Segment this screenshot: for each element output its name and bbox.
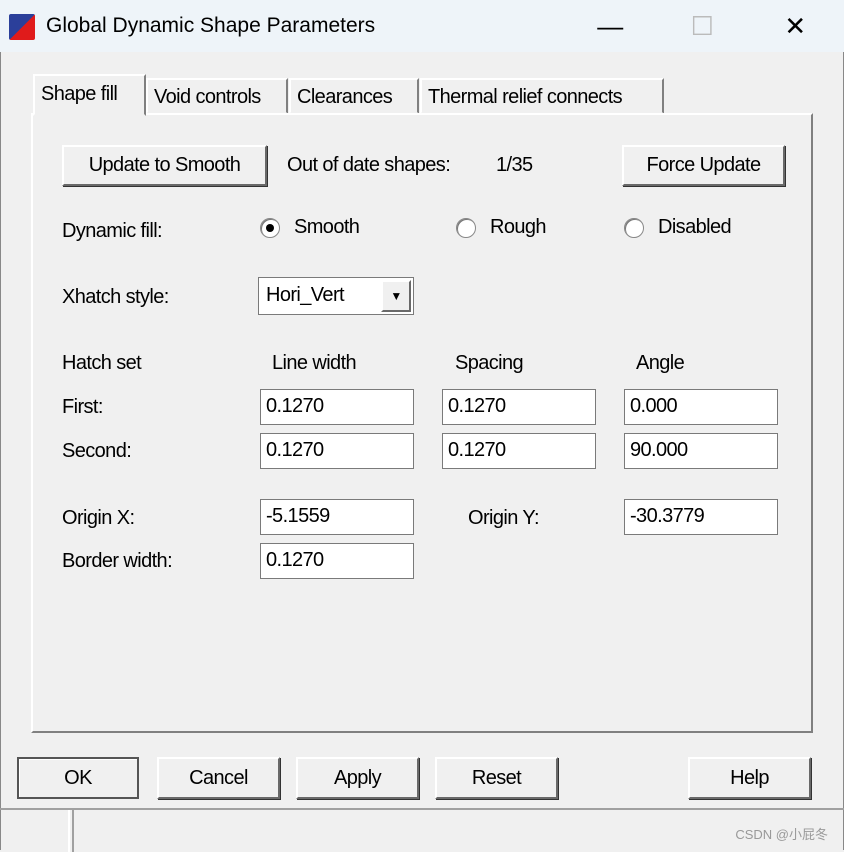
cancel-button[interactable]: Cancel: [157, 757, 280, 799]
first-label: First:: [62, 396, 103, 418]
xhatch-style-select[interactable]: Hori_Vert ▼: [258, 277, 414, 315]
radio-rough-label[interactable]: Rough: [490, 216, 547, 239]
minimize-button[interactable]: —: [587, 8, 633, 44]
border-width-label: Border width:: [62, 550, 173, 572]
radio-rough[interactable]: [456, 218, 476, 238]
dynamic-fill-label: Dynamic fill:: [62, 220, 163, 242]
spacing-header: Spacing: [455, 352, 524, 374]
first-line-width-input[interactable]: 0.1270: [260, 389, 414, 425]
radio-smooth-label[interactable]: Smooth: [294, 216, 360, 239]
maximize-button[interactable]: ☐: [679, 8, 725, 44]
xhatch-style-value: Hori_Vert: [266, 284, 345, 306]
tab-shape-fill[interactable]: Shape fill: [33, 74, 146, 116]
border-width-input[interactable]: 0.1270: [260, 543, 414, 579]
status-divider: [68, 810, 74, 852]
line-width-header: Line width: [272, 352, 357, 374]
ok-button[interactable]: OK: [17, 757, 139, 799]
xhatch-style-label: Xhatch style:: [62, 286, 169, 308]
chevron-down-icon[interactable]: ▼: [381, 280, 411, 312]
title-bar: Global Dynamic Shape Parameters — ☐ ✕: [0, 0, 844, 52]
second-label: Second:: [62, 440, 132, 462]
radio-disabled-label[interactable]: Disabled: [658, 216, 732, 239]
radio-smooth[interactable]: [260, 218, 280, 238]
origin-y-input[interactable]: -30.3779: [624, 499, 778, 535]
close-button[interactable]: ✕: [772, 8, 818, 44]
app-icon: [9, 14, 35, 40]
first-angle-input[interactable]: 0.000: [624, 389, 778, 425]
origin-x-input[interactable]: -5.1559: [260, 499, 414, 535]
angle-header: Angle: [636, 352, 685, 374]
out-of-date-value: 1/35: [496, 154, 533, 176]
radio-disabled[interactable]: [624, 218, 644, 238]
second-spacing-input[interactable]: 0.1270: [442, 433, 596, 469]
out-of-date-label: Out of date shapes:: [287, 154, 451, 176]
reset-button[interactable]: Reset: [435, 757, 558, 799]
window-title: Global Dynamic Shape Parameters: [46, 14, 376, 37]
second-angle-input[interactable]: 90.000: [624, 433, 778, 469]
tab-thermal-relief-connects[interactable]: Thermal relief connects: [420, 78, 664, 114]
apply-button[interactable]: Apply: [296, 757, 419, 799]
help-button[interactable]: Help: [688, 757, 811, 799]
force-update-button[interactable]: Force Update: [622, 145, 785, 186]
tab-clearances[interactable]: Clearances: [289, 78, 419, 114]
watermark: CSDN @小屁冬: [735, 827, 828, 842]
status-bar: CSDN @小屁冬: [0, 808, 844, 852]
second-line-width-input[interactable]: 0.1270: [260, 433, 414, 469]
hatch-set-header: Hatch set: [62, 352, 142, 374]
origin-y-label: Origin Y:: [468, 507, 540, 529]
origin-x-label: Origin X:: [62, 507, 135, 529]
first-spacing-input[interactable]: 0.1270: [442, 389, 596, 425]
update-to-smooth-button[interactable]: Update to Smooth: [62, 145, 267, 186]
tab-void-controls[interactable]: Void controls: [146, 78, 288, 114]
